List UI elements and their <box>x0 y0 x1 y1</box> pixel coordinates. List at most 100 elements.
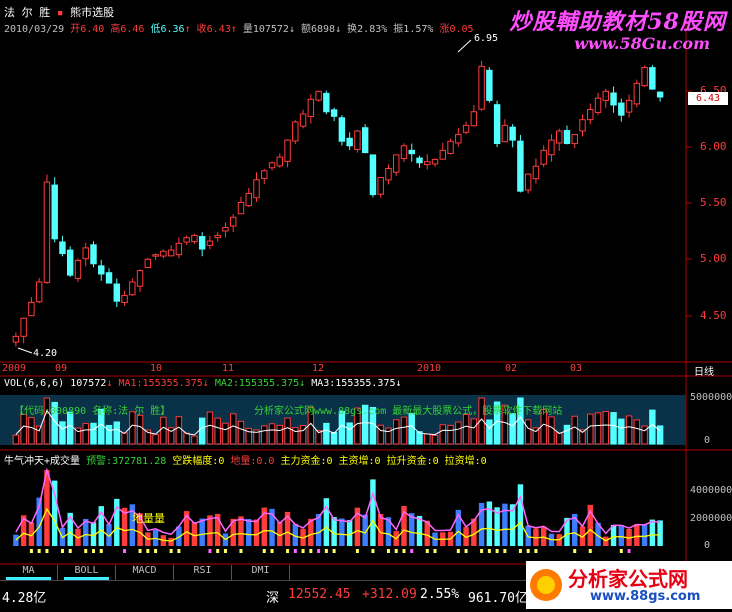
volume-bar <box>439 424 447 445</box>
tab-rsi[interactable]: RSI <box>174 565 232 580</box>
high-label: 高 <box>110 24 121 35</box>
candle-body <box>509 126 516 141</box>
volume-banner-ad: 分析家公式网www.88gs.com 最新最大股票公式，股票软件下载网站 <box>254 406 563 417</box>
candle-body <box>563 129 571 145</box>
volume-bar <box>563 424 571 445</box>
volume-bar <box>587 413 594 445</box>
candle-body <box>299 113 307 127</box>
volume-bar <box>59 421 66 445</box>
arrow-down-icon: ↓ <box>106 378 113 389</box>
status-market-label: 深 <box>266 591 280 606</box>
signal-dot <box>216 549 220 553</box>
tab-boll-label: BOLL <box>74 565 99 576</box>
volume-bar <box>330 431 338 445</box>
candle-body <box>105 272 113 284</box>
candle-body <box>555 130 563 144</box>
indicator-bar <box>649 519 656 546</box>
volume-bar <box>524 419 532 445</box>
status-turnover: 961.70亿 <box>468 591 528 606</box>
candle-body <box>66 249 74 276</box>
signal-dot <box>402 549 406 553</box>
candle-body <box>229 216 237 227</box>
low-value: 6.36 <box>160 24 185 35</box>
signal-dot <box>37 549 41 553</box>
candle-body <box>361 127 369 154</box>
volume-bar <box>649 409 656 445</box>
tab-boll[interactable]: BOLL <box>58 565 116 580</box>
ma2-label: MA2: <box>214 378 239 389</box>
volume-bar <box>610 412 617 445</box>
signal-dot <box>495 549 499 553</box>
open-label: 开 <box>70 24 81 35</box>
signal-dot <box>503 549 507 553</box>
tab-macd[interactable]: MACD <box>116 565 174 580</box>
indicator-tab-bar: MA BOLL MACD RSI DMI <box>0 565 290 580</box>
price-tick-550: 5.50 <box>700 196 727 209</box>
volume-bar <box>160 416 167 445</box>
indicator-axis-2m: 2000000 <box>690 513 732 524</box>
candle-body <box>424 161 431 166</box>
signal-dots-row <box>29 549 631 553</box>
volume-panel-header: VOL(6,6,6) 107572↓ MA1:155355.375↓ MA2:1… <box>4 378 402 389</box>
indicator-axis-4m: 4000000 <box>690 485 732 496</box>
indicator-bar <box>641 524 648 546</box>
signal-dot <box>169 549 173 553</box>
candle-body <box>354 130 361 151</box>
indicator-bar <box>246 518 252 546</box>
indicator-item-6: 拉资增:0 <box>438 456 487 467</box>
candle-body <box>540 149 547 165</box>
time-label-12: 12 <box>312 363 325 374</box>
signal-dot <box>627 549 631 553</box>
volume-bar <box>633 419 641 445</box>
signal-dot <box>68 549 72 553</box>
volume-bar <box>408 412 415 445</box>
candle-body <box>330 109 338 117</box>
volume-panel-title[interactable]: VOL(6,6,6) <box>4 378 64 389</box>
header-title-row: 法 尔 胜 ▪ 熊市选股 <box>4 4 114 20</box>
candle-body <box>392 154 400 173</box>
volume-bar <box>222 422 229 445</box>
volume-bar <box>191 435 198 445</box>
kline-chart-canvas[interactable] <box>0 0 732 580</box>
stock-name[interactable]: 法 尔 胜 <box>4 6 50 19</box>
signal-dot <box>138 549 142 553</box>
candle-body <box>524 173 532 191</box>
tab-dmi[interactable]: DMI <box>232 565 290 580</box>
candle-body <box>400 145 408 160</box>
candle-body <box>129 281 136 296</box>
tab-ma[interactable]: MA <box>0 565 58 580</box>
time-label-2010: 2010 <box>417 363 442 374</box>
volume-bar <box>486 419 493 445</box>
signal-dot <box>487 549 491 553</box>
arrow-down-icon: ↓ <box>202 378 209 389</box>
tab-ma-label: MA <box>22 565 35 576</box>
volume-bar <box>400 416 408 445</box>
period-selector[interactable]: 日线 <box>694 363 714 378</box>
signal-dot <box>425 549 429 553</box>
volume-bar <box>625 415 633 445</box>
indicator-bar <box>618 525 625 546</box>
signal-dot <box>239 549 243 553</box>
volume-bar <box>175 416 183 445</box>
indicator-panel-title[interactable]: 牛气冲天+成交量 <box>4 456 80 467</box>
ma3-value: 155355.375 <box>335 378 396 389</box>
signal-dot <box>332 549 336 553</box>
volume-bar <box>555 432 563 445</box>
formula-name[interactable]: 熊市选股 <box>70 6 114 19</box>
signal-dot <box>456 549 460 553</box>
signal-dot <box>433 549 437 553</box>
indicator-line-magenta <box>15 467 661 536</box>
turnover-label: 换 <box>347 24 358 35</box>
volume-bar <box>594 412 602 445</box>
candle-body <box>167 249 175 257</box>
signal-dot <box>286 549 290 553</box>
signal-dot <box>534 549 538 553</box>
indicator-axis-zero: 0 <box>704 540 711 551</box>
low-marker-line <box>17 347 33 354</box>
price-tick-450: 4.50 <box>700 309 727 322</box>
signal-dot <box>301 549 305 553</box>
ma1-value: 155355.375 <box>142 378 203 389</box>
signal-dot <box>410 549 414 553</box>
indicator-item-4: 主资增:0 <box>332 456 381 467</box>
candle-body <box>369 154 377 196</box>
